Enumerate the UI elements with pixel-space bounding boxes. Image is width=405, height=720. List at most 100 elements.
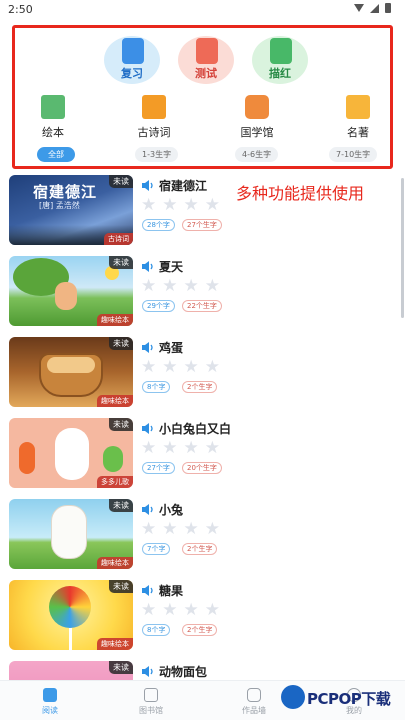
genre-badge: 趣味绘本 xyxy=(97,314,133,326)
review-button[interactable]: 复习 xyxy=(104,36,160,84)
category-label: 绘本 xyxy=(42,126,64,139)
nav-read[interactable]: 阅读 xyxy=(20,681,80,720)
nav-library[interactable]: 图书馆 xyxy=(121,681,181,720)
watermark: PCPOP下载 xyxy=(277,682,405,718)
genre-badge: 古诗词 xyxy=(104,233,133,245)
new-chars-chip: 22个生字 xyxy=(182,300,222,312)
review-card-icon xyxy=(122,38,144,64)
genre-badge: 趣味绘本 xyxy=(97,557,133,569)
star-icon: ★ xyxy=(204,600,220,620)
cover-title: 宿建德江 xyxy=(33,183,98,201)
promo-caption: 多种功能提供使用 xyxy=(236,184,365,203)
speaker-icon[interactable] xyxy=(142,666,155,677)
star-icon: ★ xyxy=(204,276,220,296)
word-count-chip: 29个字 xyxy=(142,300,175,312)
star-icon: ★ xyxy=(204,438,220,458)
feature-panel: 复习 测试 描红 绘本 古诗词 国学馆 名著 全部 1-3生字 4-6生字 7-… xyxy=(12,25,393,169)
star-rating: ★ ★ ★ ★ xyxy=(141,359,220,376)
filter-7-10[interactable]: 7-10生字 xyxy=(329,147,378,162)
speaker-icon[interactable] xyxy=(142,423,155,434)
unread-badge: 未读 xyxy=(109,256,133,269)
book-cover: 宿建德江 [唐] 孟浩然 未读 古诗词 xyxy=(9,175,133,245)
category-label: 名著 xyxy=(347,126,369,139)
unread-badge: 未读 xyxy=(109,418,133,431)
star-icon: ★ xyxy=(183,519,199,539)
book-title: 夏天 xyxy=(159,260,184,274)
book-title: 鸡蛋 xyxy=(159,341,184,355)
book-cover: 未读 趣味绘本 xyxy=(9,499,133,569)
book-cover: 未读 多多儿歌 xyxy=(9,418,133,488)
word-count-chip: 8个字 xyxy=(142,381,171,393)
star-rating: ★ ★ ★ ★ xyxy=(141,602,220,619)
star-icon: ★ xyxy=(162,600,178,620)
star-icon: ★ xyxy=(141,276,157,296)
category-poem[interactable]: 古诗词 xyxy=(119,95,189,139)
speaker-icon[interactable] xyxy=(142,342,155,353)
test-button[interactable]: 测试 xyxy=(178,36,234,84)
new-chars-chip: 2个生字 xyxy=(182,381,218,393)
cover-subtitle: [唐] 孟浩然 xyxy=(39,201,80,210)
category-famous[interactable]: 名著 xyxy=(323,95,393,139)
book-item[interactable]: 未读 动物面包 xyxy=(0,661,405,680)
filter-1-3[interactable]: 1-3生字 xyxy=(135,147,179,162)
unread-badge: 未读 xyxy=(109,337,133,350)
book-title: 动物面包 xyxy=(159,665,208,679)
book-cover: 未读 趣味绘本 xyxy=(9,337,133,407)
book-item[interactable]: 未读 多多儿歌 小白兔白又白 ★ ★ ★ ★ 27个字 20个生字 xyxy=(0,418,405,494)
book-title: 糖果 xyxy=(159,584,184,598)
book-item[interactable]: 未读 趣味绘本 夏天 ★ ★ ★ ★ 29个字 22个生字 xyxy=(0,256,405,332)
status-icons xyxy=(354,3,391,13)
trace-button[interactable]: 描红 xyxy=(252,36,308,84)
star-icon: ★ xyxy=(141,438,157,458)
book-item[interactable]: 未读 趣味绘本 糖果 ★ ★ ★ ★ 8个字 2个生字 xyxy=(0,580,405,656)
speaker-icon[interactable] xyxy=(142,585,155,596)
star-rating: ★ ★ ★ ★ xyxy=(141,278,220,295)
star-icon: ★ xyxy=(141,357,157,377)
status-bar: 2:50 xyxy=(0,0,405,20)
book-cover: 未读 趣味绘本 xyxy=(9,256,133,326)
star-icon: ★ xyxy=(162,195,178,215)
cover-carrot xyxy=(19,442,35,474)
word-count-chip: 8个字 xyxy=(142,624,171,636)
filter-all[interactable]: 全部 xyxy=(37,147,75,162)
star-icon: ★ xyxy=(141,600,157,620)
nav-label: 作品墙 xyxy=(242,706,266,715)
genre-badge: 趣味绘本 xyxy=(97,395,133,407)
star-rating: ★ ★ ★ ★ xyxy=(141,440,220,457)
works-wall-icon xyxy=(247,688,261,702)
star-icon: ★ xyxy=(183,438,199,458)
filter-4-6[interactable]: 4-6生字 xyxy=(235,147,279,162)
scrollbar[interactable] xyxy=(401,178,404,318)
star-icon: ★ xyxy=(204,357,220,377)
genre-badge: 趣味绘本 xyxy=(97,638,133,650)
star-icon: ★ xyxy=(162,438,178,458)
trace-label: 描红 xyxy=(269,67,291,80)
book-cover: 未读 xyxy=(9,661,133,680)
new-chars-chip: 2个生字 xyxy=(182,624,218,636)
speaker-icon[interactable] xyxy=(142,261,155,272)
category-picture-book[interactable]: 绘本 xyxy=(18,95,88,139)
unread-badge: 未读 xyxy=(109,661,133,674)
new-chars-chip: 27个生字 xyxy=(182,219,222,231)
book-item[interactable]: 未读 趣味绘本 小兔 ★ ★ ★ ★ 7个字 2个生字 xyxy=(0,499,405,575)
star-icon: ★ xyxy=(141,195,157,215)
cover-cabbage xyxy=(103,446,123,472)
open-book-icon xyxy=(346,95,370,119)
speaker-icon[interactable] xyxy=(142,180,155,191)
unread-badge: 未读 xyxy=(109,580,133,593)
category-classic[interactable]: 国学馆 xyxy=(222,95,292,139)
pen-trace-icon xyxy=(270,38,292,64)
book-list: 宿建德江 [唐] 孟浩然 未读 古诗词 宿建德江 ★ ★ ★ ★ 28个字 27… xyxy=(0,175,405,680)
star-icon: ★ xyxy=(162,276,178,296)
star-icon: ★ xyxy=(204,519,220,539)
book-item[interactable]: 未读 趣味绘本 鸡蛋 ★ ★ ★ ★ 8个字 2个生字 xyxy=(0,337,405,413)
cover-rabbit xyxy=(51,505,87,559)
new-chars-chip: 2个生字 xyxy=(182,543,218,555)
word-count-chip: 28个字 xyxy=(142,219,175,231)
cover-eggs xyxy=(47,357,95,373)
nav-label: 图书馆 xyxy=(139,706,163,715)
nav-works-wall[interactable]: 作品墙 xyxy=(224,681,284,720)
wifi-icon xyxy=(354,4,364,12)
speaker-icon[interactable] xyxy=(142,504,155,515)
star-rating: ★ ★ ★ ★ xyxy=(141,521,220,538)
